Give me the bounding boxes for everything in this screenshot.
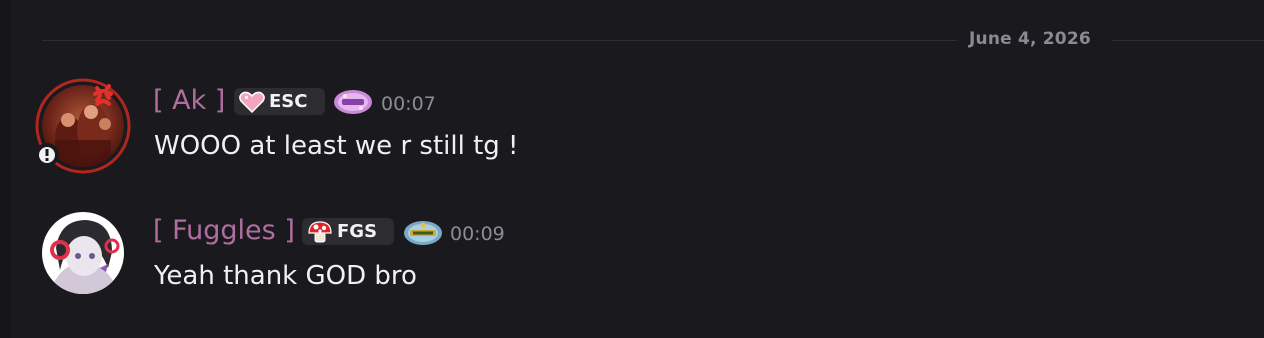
message-author[interactable]: [ Ak ] (153, 85, 225, 116)
divider-line-right (1112, 40, 1264, 41)
pink-heart-icon (239, 91, 265, 113)
red-mushroom-icon (308, 220, 332, 242)
left-gutter (0, 0, 10, 338)
guild-tag[interactable]: ESC (234, 88, 325, 115)
message-author[interactable]: [ Fuggles ] (153, 215, 295, 246)
avatar[interactable] (38, 208, 128, 298)
message-timestamp: 00:07 (381, 93, 436, 115)
guild-tag-label: ESC (269, 91, 308, 112)
purple-badge-icon[interactable] (333, 89, 373, 115)
guild-tag[interactable]: FGS (302, 218, 394, 245)
blue-gold-badge-icon[interactable] (403, 220, 443, 246)
avatar[interactable] (35, 78, 131, 174)
divider-date: June 4, 2026 (969, 29, 1091, 49)
message-content: WOOO at least we r still tg ! (154, 131, 519, 161)
divider-line-left (42, 40, 957, 41)
message-content: Yeah thank GOD bro (154, 261, 417, 291)
guild-tag-label: FGS (337, 221, 378, 242)
message-timestamp: 00:09 (450, 223, 505, 245)
